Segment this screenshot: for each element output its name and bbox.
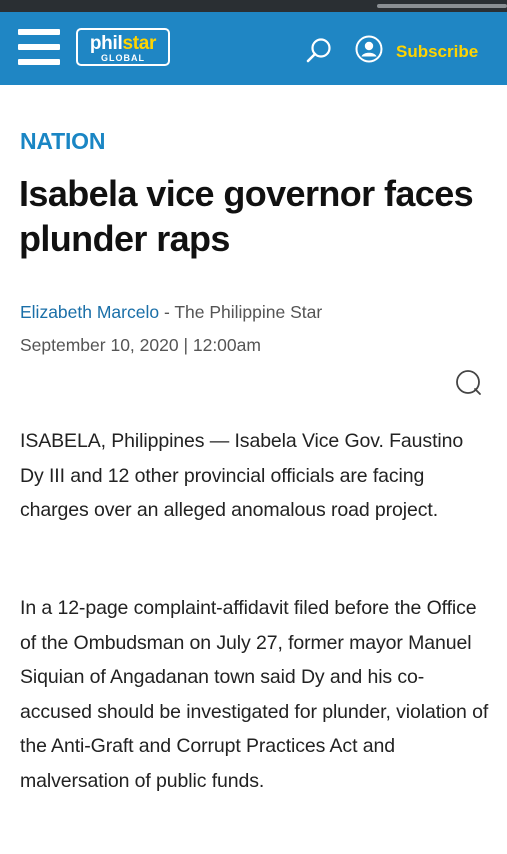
user-account-icon[interactable]: [355, 35, 383, 63]
subscribe-link[interactable]: Subscribe: [396, 42, 478, 62]
article-title: Isabela vice governor faces plunder raps: [19, 173, 474, 259]
logo-subtitle: GLOBAL: [101, 53, 145, 63]
search-icon[interactable]: [304, 36, 334, 66]
publish-date: September 10, 2020 | 12:00am: [20, 335, 261, 355]
author-link[interactable]: Elizabeth Marcelo: [20, 302, 159, 322]
logo-wordmark: philstar: [89, 33, 157, 54]
hamburger-menu-icon[interactable]: [18, 29, 60, 65]
byline: Elizabeth Marcelo - The Philippine Star: [20, 300, 322, 324]
browser-top-strip: [0, 0, 507, 12]
article-paragraph: ISABELA, Philippines — Isabela Vice Gov.…: [20, 430, 464, 521]
section-label[interactable]: NATION: [20, 126, 105, 156]
scroll-indicator: [377, 4, 507, 8]
source-label: - The Philippine Star: [159, 302, 323, 322]
comment-bubble-icon[interactable]: [453, 368, 483, 398]
philstar-logo[interactable]: philstar GLOBAL: [76, 28, 170, 66]
article-paragraph: In a 12-page complaint-affidavit filed b…: [20, 597, 489, 792]
site-header: philstar GLOBAL Subscribe: [0, 12, 507, 85]
